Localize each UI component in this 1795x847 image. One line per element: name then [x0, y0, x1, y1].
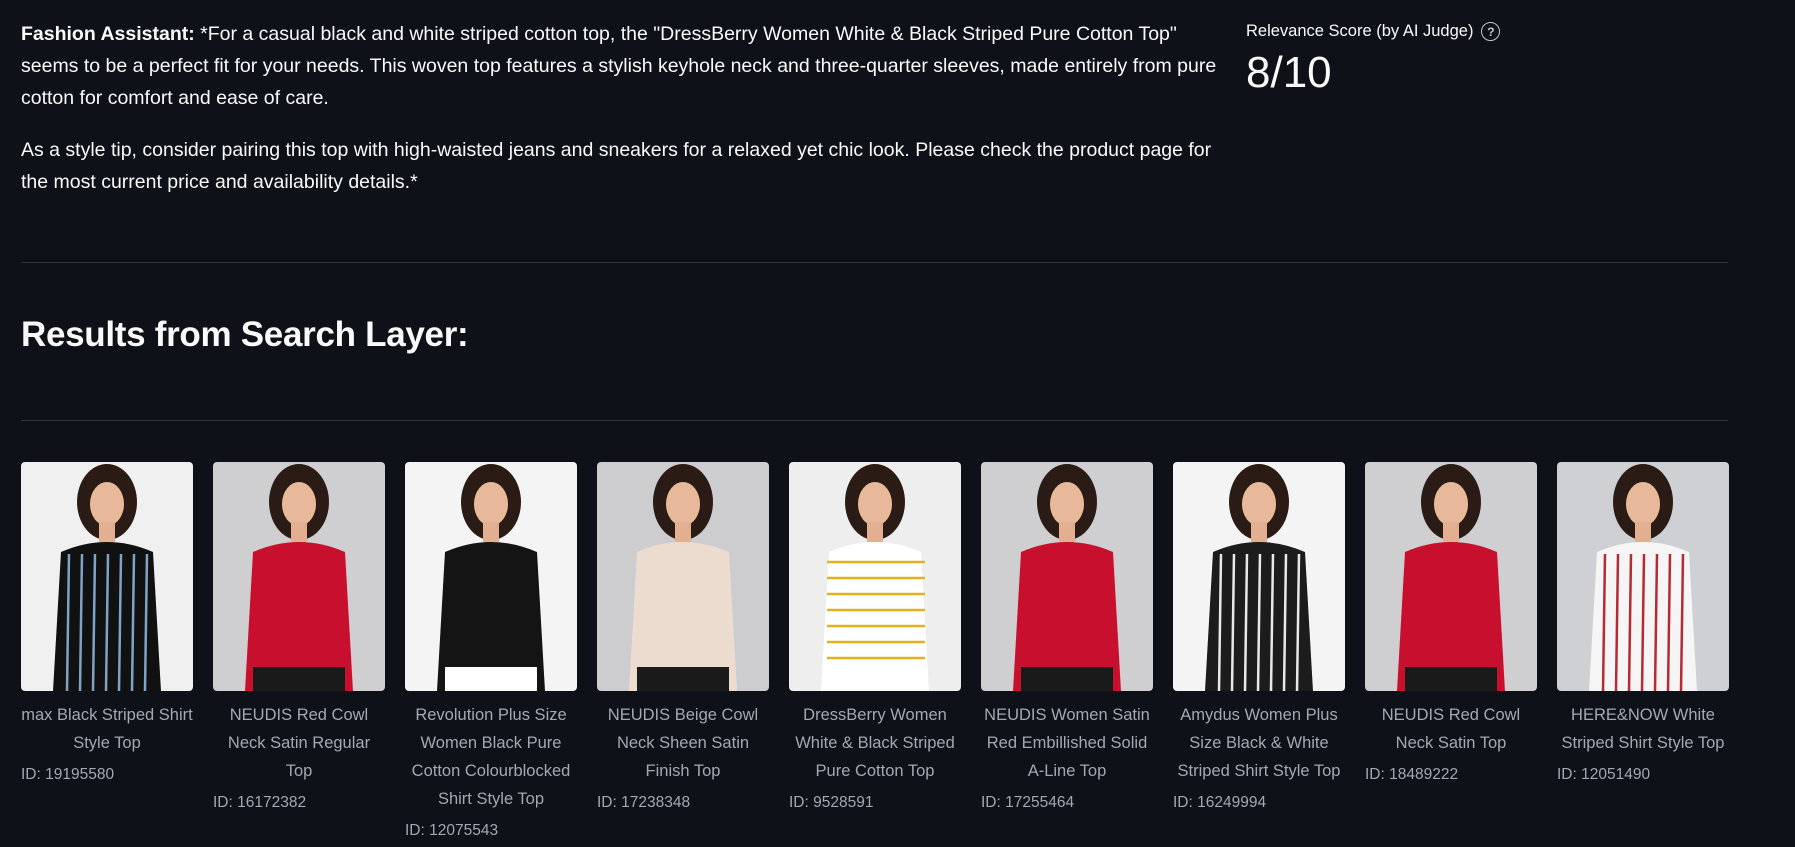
metric-label-row: Relevance Score (by AI Judge) ?: [1246, 22, 1501, 41]
relevance-metric: Relevance Score (by AI Judge) ? 8/10: [1246, 18, 1501, 218]
product-image[interactable]: [597, 462, 769, 691]
product-id: ID: 18489222: [1365, 766, 1459, 783]
product-id: ID: 16249994: [1173, 794, 1267, 811]
divider: [21, 262, 1728, 263]
page: Fashion Assistant: *For a casual black a…: [0, 0, 1795, 847]
assistant-label: Fashion Assistant:: [21, 23, 195, 45]
assistant-text-1: *For a casual black and white striped co…: [21, 23, 1217, 109]
product-title: NEUDIS Red Cowl Neck Satin Top: [1381, 706, 1521, 752]
question-circle-icon[interactable]: ?: [1481, 22, 1501, 41]
metric-label: Relevance Score (by AI Judge): [1246, 22, 1474, 40]
results-grid: max Black Striped Shirt Style Top ID: 191…: [21, 462, 1729, 841]
product-id: ID: 12075543: [405, 822, 499, 839]
product-card[interactable]: NEUDIS Red Cowl Neck Satin Top ID: 184892…: [1365, 462, 1537, 841]
product-id: ID: 19195580: [21, 766, 115, 783]
product-image[interactable]: [405, 462, 577, 691]
product-image[interactable]: [981, 462, 1153, 691]
product-image[interactable]: [1173, 462, 1345, 691]
product-title: NEUDIS Beige Cowl Neck Sheen Satin Finis…: [607, 706, 759, 780]
product-title: NEUDIS Red Cowl Neck Satin Regular Top: [227, 706, 371, 780]
product-title: HERE&NOW White Striped Shirt Style Top: [1561, 706, 1725, 752]
product-title: max Black Striped Shirt Style Top: [21, 706, 193, 752]
product-card[interactable]: Amydus Women Plus Size Black & White Str…: [1173, 462, 1345, 841]
product-image[interactable]: [1557, 462, 1729, 691]
product-title: NEUDIS Women Satin Red Embillished Solid…: [984, 706, 1150, 780]
assistant-response: Fashion Assistant: *For a casual black a…: [21, 18, 1226, 218]
assistant-paragraph-2: As a style tip, consider pairing this to…: [21, 139, 1212, 193]
assistant-paragraph-1: Fashion Assistant: *For a casual black a…: [21, 18, 1226, 114]
product-id: ID: 16172382: [213, 794, 307, 811]
divider: [21, 420, 1728, 421]
product-card[interactable]: DressBerry Women White & Black Striped P…: [789, 462, 961, 841]
product-title: Amydus Women Plus Size Black & White Str…: [1177, 706, 1341, 780]
product-image[interactable]: [789, 462, 961, 691]
product-title: DressBerry Women White & Black Striped P…: [795, 706, 955, 780]
product-image[interactable]: [213, 462, 385, 691]
product-id: ID: 17238348: [597, 794, 691, 811]
product-card[interactable]: max Black Striped Shirt Style Top ID: 191…: [21, 462, 193, 841]
product-image[interactable]: [21, 462, 193, 691]
product-id: ID: 12051490: [1557, 766, 1651, 783]
product-image[interactable]: [1365, 462, 1537, 691]
product-id: ID: 9528591: [789, 794, 874, 811]
product-id: ID: 17255464: [981, 794, 1075, 811]
product-card[interactable]: NEUDIS Women Satin Red Embillished Solid…: [981, 462, 1153, 841]
results-heading: Results from Search Layer:: [21, 315, 469, 354]
product-card[interactable]: NEUDIS Beige Cowl Neck Sheen Satin Finis…: [597, 462, 769, 841]
top-row: Fashion Assistant: *For a casual black a…: [21, 0, 1774, 218]
metric-value: 8/10: [1246, 48, 1332, 97]
product-card[interactable]: Revolution Plus Size Women Black Pure Co…: [405, 462, 577, 841]
product-card[interactable]: NEUDIS Red Cowl Neck Satin Regular Top ID…: [213, 462, 385, 841]
product-title: Revolution Plus Size Women Black Pure Co…: [411, 706, 571, 808]
product-card[interactable]: HERE&NOW White Striped Shirt Style Top ID…: [1557, 462, 1729, 841]
